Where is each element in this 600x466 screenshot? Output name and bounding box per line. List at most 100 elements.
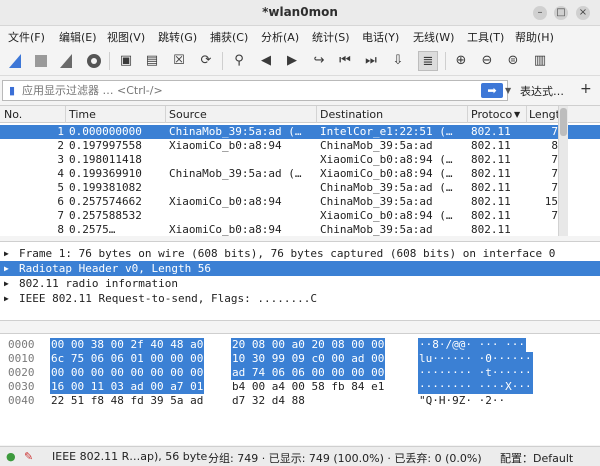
detail-text: IEEE 802.11 Request-to-send, Flags: ....… [19,292,318,305]
menu-capture[interactable]: 捕获(C) [210,29,248,45]
packet-list-header: No. Time Source Destination Protoco ▼ Le… [0,106,600,123]
menu-help[interactable]: 帮助(H) [515,29,554,45]
go-back-icon[interactable]: ◀ [256,51,276,71]
packet-source-cell: XiaomiCo_b0:a8:94 [169,223,282,236]
hex-bytes: 00 00 38 00 2f 40 48 a0 [50,338,205,352]
status-profile[interactable]: 配置：Default [500,450,573,466]
normal-size-icon[interactable]: ⊜ [503,51,523,71]
packet-length-cell: 15 [544,195,558,208]
hex-ascii: ········ ·t······ [418,366,533,380]
close-icon[interactable]: × [576,6,590,20]
hex-bytes: 10 30 99 09 c0 00 ad 00 [231,352,386,366]
restart-capture-icon[interactable] [57,51,77,71]
menu-file[interactable]: 文件(F) [8,29,45,45]
zoom-out-icon[interactable]: ⊖ [477,51,497,71]
expand-arrow-icon[interactable]: ▶ [4,246,9,261]
detail-tree-item[interactable]: ▶ 802.11 radio information [0,276,600,291]
packet-no-cell: 5 [57,181,64,194]
menu-edit[interactable]: 编辑(E) [59,29,97,45]
col-time[interactable]: Time [69,108,96,121]
menu-wireless[interactable]: 无线(W) [413,29,454,45]
menu-analyze[interactable]: 分析(A) [261,29,299,45]
col-no[interactable]: No. [4,108,22,121]
hex-offset: 0020 [8,366,35,379]
hex-bytes: 22 51 f8 48 fd 39 5a ad [51,394,204,407]
add-filter-button[interactable]: + [580,81,592,97]
packet-details[interactable]: ▶ Frame 1: 76 bytes on wire (608 bits), 7… [0,241,600,321]
maximize-icon[interactable]: □ [554,6,568,20]
shark-fin-start-icon[interactable] [6,51,26,71]
expand-arrow-icon[interactable]: ▶ [4,276,9,291]
open-file-icon[interactable]: ▣ [116,51,136,71]
bookmark-icon[interactable]: ▮ [5,83,19,98]
capture-options-icon[interactable] [84,51,104,71]
resize-columns-icon[interactable]: ▥ [530,51,550,71]
menu-statistics[interactable]: 统计(S) [312,29,350,45]
save-file-icon[interactable]: ▤ [142,51,162,71]
apply-filter-icon[interactable]: ➡ [481,83,503,98]
go-to-packet-icon[interactable]: ↪ [309,51,329,71]
packet-no-cell: 8 [57,223,64,236]
autoscroll-icon[interactable]: ⇩ [388,51,408,71]
zoom-in-icon[interactable]: ⊕ [451,51,471,71]
packet-row[interactable]: 5 0.199381082 ChinaMob_39:5a:ad (… 802.11 7 [0,181,600,195]
packet-row[interactable]: 4 0.199369910 ChinaMob_39:5a:ad (… XiaomiCo… [0,167,600,181]
ready-icon[interactable]: ● [6,450,16,463]
status-packet-count: 分组: 749 · 已显示: 749 (100.0%) · 已丢弃: 0 (0.… [208,452,482,465]
hex-offset: 0040 [8,394,35,407]
status-field-info: IEEE 802.11 R…ap), 56 byte [52,450,208,463]
hex-offset: 0010 [8,352,35,365]
expand-arrow-icon[interactable]: ▶ [4,291,9,306]
detail-tree-item[interactable]: ▶ Radiotap Header v0, Length 56 [0,261,600,276]
packet-source-cell: XiaomiCo_b0:a8:94 [169,195,282,208]
hex-row[interactable]: 0000 00 00 38 00 2f 40 48 a0 20 08 00 a0 2… [0,338,600,352]
menu-view[interactable]: 视图(V) [107,29,145,45]
find-packet-icon[interactable]: ⚲ [229,51,249,71]
menu-go[interactable]: 跳转(G) [158,29,197,45]
packet-row[interactable]: 8 0.2575… XiaomiCo_b0:a8:94 ChinaMob_39:5a:… [0,223,600,236]
packet-source-cell: XiaomiCo_b0:a8:94 [169,139,282,152]
filter-dropdown-icon[interactable]: ▼ [505,83,515,98]
col-length[interactable]: Length [529,108,558,121]
hex-bytes: 00 00 00 00 00 00 00 00 [50,366,205,380]
packet-destination-cell: XiaomiCo_b0:a8:94 (… [320,209,453,222]
packet-row[interactable]: 6 0.257574662 XiaomiCo_b0:a8:94 ChinaMob_39… [0,195,600,209]
close-file-icon[interactable]: ☒ [169,51,189,71]
go-first-icon[interactable]: ⏮ [335,51,355,71]
packet-no-cell: 6 [57,195,64,208]
col-destination[interactable]: Destination [320,108,383,121]
detail-tree-item[interactable]: ▶ IEEE 802.11 Request-to-send, Flags: ...… [0,291,600,306]
packet-no-cell: 4 [57,167,64,180]
packet-list[interactable]: No. Time Source Destination Protoco ▼ Le… [0,105,600,236]
packet-row[interactable]: 7 0.257588532 XiaomiCo_b0:a8:94 (… 802.11 7 [0,209,600,223]
menu-tools[interactable]: 工具(T) [467,29,504,45]
expression-button[interactable]: 表达式… [520,83,564,99]
minimize-icon[interactable]: – [533,6,547,20]
packet-bytes[interactable]: 0000 00 00 38 00 2f 40 48 a0 20 08 00 a0 2… [0,333,600,445]
hex-row[interactable]: 0020 00 00 00 00 00 00 00 00 ad 74 06 06 0… [0,366,600,380]
hex-row[interactable]: 0040 22 51 f8 48 fd 39 5a ad d7 32 d4 88 "Q… [0,394,600,408]
title-bar: *wlan0mon – □ × [0,0,600,26]
go-last-icon[interactable]: ⏭ [361,51,381,71]
packet-list-scrollbar[interactable] [558,106,568,236]
expert-info-icon[interactable]: ✎ [24,450,33,463]
hex-bytes: ad 74 06 06 00 00 00 00 [231,366,386,380]
stop-capture-icon[interactable] [31,51,51,71]
expand-arrow-icon[interactable]: ▶ [4,261,9,276]
col-source[interactable]: Source [169,108,207,121]
status-bar: ● ✎ IEEE 802.11 R…ap), 56 byte 分组: 749 ·… [0,446,600,466]
display-filter-input[interactable] [22,83,442,98]
detail-text: Frame 1: 76 bytes on wire (608 bits), 76… [19,247,556,260]
colorize-icon[interactable]: ≣ [418,51,438,71]
go-forward-icon[interactable]: ▶ [282,51,302,71]
packet-time-cell: 0.2575… [69,223,116,236]
menu-telephony[interactable]: 电话(Y) [362,29,399,45]
detail-tree-item[interactable]: ▶ Frame 1: 76 bytes on wire (608 bits), 7… [0,246,600,261]
reload-file-icon[interactable]: ⟳ [196,51,216,71]
packet-row[interactable]: 1 0.000000000 ChinaMob_39:5a:ad (… IntelCor… [0,125,600,139]
hex-row[interactable]: 0030 16 00 11 03 ad 00 a7 01 b4 00 a4 00 5… [0,380,600,394]
packet-row[interactable]: 2 0.197997558 XiaomiCo_b0:a8:94 ChinaMob_39… [0,139,600,153]
col-protocol[interactable]: Protoco [471,108,512,121]
hex-row[interactable]: 0010 6c 75 06 06 01 00 00 00 10 30 99 09 c… [0,352,600,366]
packet-row[interactable]: 3 0.198011418 XiaomiCo_b0:a8:94 (… 802.11 7 [0,153,600,167]
